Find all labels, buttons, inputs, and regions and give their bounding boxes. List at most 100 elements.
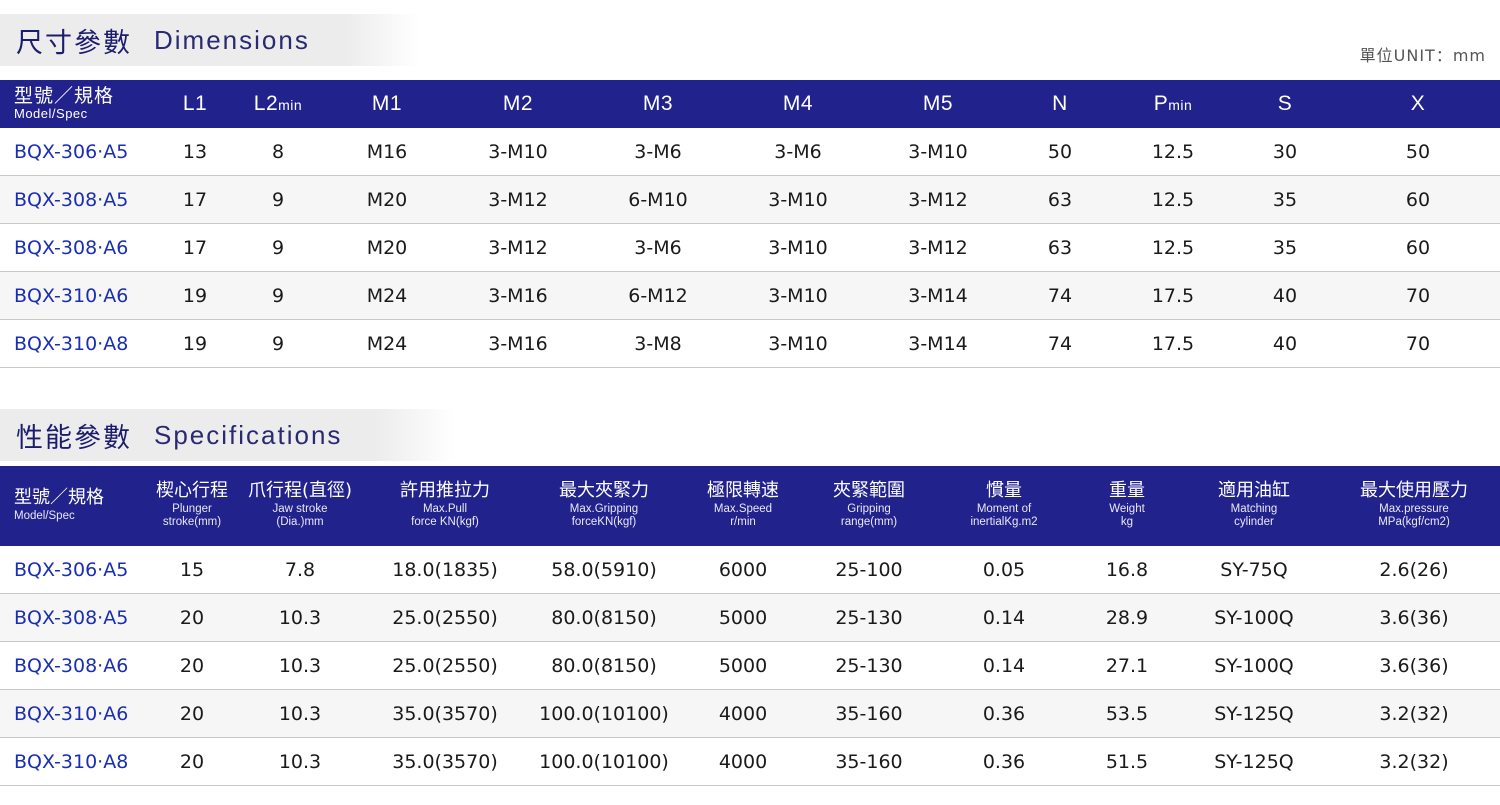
specification-cell: 10.3 xyxy=(236,641,364,690)
dimension-cell: 3-M10 xyxy=(868,128,1008,176)
dim-col-model: 型號／規格 Model/Spec xyxy=(0,80,160,128)
dimension-cell: M16 xyxy=(326,128,448,176)
spec-col-8-cn: 重量 xyxy=(1109,480,1145,502)
table-row: BQX-306·A5 15 7.8 18.0(1835) 58.0(5910) 6000 2… xyxy=(0,546,1500,594)
table-row: BQX-308·A6 17 9 M20 3-M12 3-M6 3-M10 3-M12 63 12.… xyxy=(0,223,1500,272)
spec-col-0-cn: 型號／規格 xyxy=(14,486,104,508)
specification-cell: 53.5 xyxy=(1074,689,1180,738)
dim-col-m2: M2 xyxy=(448,80,588,128)
dimension-cell: 8 xyxy=(230,128,326,176)
dimension-cell: M24 xyxy=(326,319,448,368)
specification-cell: 25.0(2550) xyxy=(364,641,526,690)
specification-cell: 100.0(10100) xyxy=(526,737,682,786)
specification-cell: 2.6(26) xyxy=(1328,546,1500,594)
dimension-cell: 63 xyxy=(1008,223,1112,272)
specification-cell: 58.0(5910) xyxy=(526,546,682,594)
dim-col-l1-label: L1 xyxy=(182,92,208,115)
spec-col-0: 型號／規格 Model/Spec xyxy=(0,466,148,546)
spec-col-6: 夾緊範圍 Gripping range(mm) xyxy=(804,466,934,546)
dimension-cell: 3-M16 xyxy=(448,271,588,320)
dim-col-p-label: P xyxy=(1153,92,1169,115)
dimension-cell: 3-M6 xyxy=(588,128,728,176)
dim-col-model-cn: 型號／規格 xyxy=(14,84,115,107)
dimension-cell: 3-M6 xyxy=(588,223,728,272)
dimension-cell: 9 xyxy=(230,175,326,224)
specification-cell: SY-100Q xyxy=(1180,593,1328,642)
dim-col-model-en: Model/Spec xyxy=(14,105,88,121)
spec-col-8-en1: Weight xyxy=(1109,503,1145,516)
specification-cell: 10.3 xyxy=(236,593,364,642)
spec-col-5-en1: Max.Speed xyxy=(713,503,773,516)
spec-col-10-en1: Max.pressure xyxy=(1379,503,1449,516)
dimension-cell: 3-M12 xyxy=(868,223,1008,272)
spec-col-1-en1: Plunger xyxy=(172,503,212,516)
dimensions-title-cn: 尺寸參數 xyxy=(16,27,132,59)
dimension-cell: 35 xyxy=(1234,175,1336,224)
dimension-cell: 9 xyxy=(230,223,326,272)
spec-col-2-en1: Jaw stroke xyxy=(272,503,328,516)
dimension-cell: 12.5 xyxy=(1112,128,1234,176)
dimensions-table: 型號／規格 Model/Spec L1 L2min M1 M2 M3 M4 M5… xyxy=(0,80,1500,368)
dim-col-l2-label: L2 xyxy=(253,92,279,115)
table-row: BQX-306·A5 13 8 M16 3-M10 3-M6 3-M6 3-M10 50 12.5… xyxy=(0,128,1500,176)
dimension-cell: 60 xyxy=(1336,223,1500,272)
spec-col-2-en2: (Dia.)mm xyxy=(276,516,324,529)
spec-col-8: 重量 Weight kg xyxy=(1074,466,1180,546)
dimension-cell: M24 xyxy=(326,271,448,320)
spec-col-1: 楔心行程 Plunger stroke(mm) xyxy=(148,466,236,546)
dim-col-m1-label: M1 xyxy=(371,92,403,115)
dim-col-l2-sub: min xyxy=(278,97,303,113)
dimension-cell: 3-M12 xyxy=(448,223,588,272)
dimension-cell: 50 xyxy=(1008,128,1112,176)
specifications-table: 型號／規格 Model/Spec 楔心行程 Plunger stroke(mm) 爪行程(… xyxy=(0,466,1500,786)
specifications-header-row: 型號／規格 Model/Spec 楔心行程 Plunger stroke(mm) 爪行程(… xyxy=(0,466,1500,546)
dimension-cell: 3-M10 xyxy=(728,223,868,272)
dim-col-s-label: S xyxy=(1277,92,1293,115)
specification-cell: 20 xyxy=(148,737,236,786)
specifications-title-en: Specifications xyxy=(154,419,343,450)
dim-col-n: N xyxy=(1008,80,1112,128)
specification-cell: 4000 xyxy=(682,737,804,786)
dim-col-l2min: L2min xyxy=(230,80,326,128)
dimension-cell: M20 xyxy=(326,175,448,224)
spec-col-10-en2: MPa(kgf/cm2) xyxy=(1378,516,1450,529)
specification-cell: 35.0(3570) xyxy=(364,689,526,738)
spec-col-1-en2: stroke(mm) xyxy=(162,516,222,529)
dimension-cell: 3-M12 xyxy=(448,175,588,224)
specification-cell: 10.3 xyxy=(236,737,364,786)
spec-col-3-en1: Max.Pull xyxy=(422,503,468,516)
spec-col-7-en2: inertialKg.m2 xyxy=(970,516,1038,529)
specification-cell: 25-100 xyxy=(804,546,934,594)
spec-col-9-en1: Matching xyxy=(1230,503,1278,516)
spec-col-1-cn: 楔心行程 xyxy=(156,480,228,502)
dimension-cell: 17.5 xyxy=(1112,319,1234,368)
specification-cell: 18.0(1835) xyxy=(364,546,526,594)
dimensions-title-en: Dimensions xyxy=(154,24,310,55)
dim-col-m3-label: M3 xyxy=(642,92,674,115)
spec-col-5: 極限轉速 Max.Speed r/min xyxy=(682,466,804,546)
specification-cell: 25-130 xyxy=(804,641,934,690)
specification-cell: 0.36 xyxy=(934,737,1074,786)
specification-cell: 3.2(32) xyxy=(1328,689,1500,738)
spec-col-10: 最大使用壓力 Max.pressure MPa(kgf/cm2) xyxy=(1328,466,1500,546)
specification-cell: 0.14 xyxy=(934,641,1074,690)
dimension-cell: 3-M14 xyxy=(868,271,1008,320)
dimension-cell: 3-M10 xyxy=(448,128,588,176)
dimension-cell: 3-M10 xyxy=(728,175,868,224)
dimension-cell: 40 xyxy=(1234,271,1336,320)
specification-cell: SY-75Q xyxy=(1180,546,1328,594)
specification-cell: 3.2(32) xyxy=(1328,737,1500,786)
dim-col-m5-label: M5 xyxy=(922,92,954,115)
specification-model-cell: BQX-306·A5 xyxy=(0,546,148,594)
dim-col-x-label: X xyxy=(1410,92,1426,115)
dimension-cell: 9 xyxy=(230,319,326,368)
specification-cell: 35.0(3570) xyxy=(364,737,526,786)
spec-col-2-cn: 爪行程(直徑) xyxy=(247,480,353,502)
spec-col-2: 爪行程(直徑) Jaw stroke (Dia.)mm xyxy=(236,466,364,546)
dimension-cell: 40 xyxy=(1234,319,1336,368)
dimension-cell: 3-M12 xyxy=(868,175,1008,224)
dimension-cell: 74 xyxy=(1008,319,1112,368)
specification-cell: 35-160 xyxy=(804,737,934,786)
spec-col-6-cn: 夾緊範圍 xyxy=(833,480,905,502)
dim-col-m1: M1 xyxy=(326,80,448,128)
